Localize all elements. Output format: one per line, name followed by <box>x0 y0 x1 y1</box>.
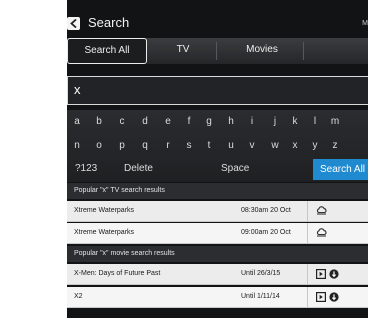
key-o[interactable]: o <box>94 140 104 151</box>
tab-divider <box>303 42 304 60</box>
search-input[interactable]: x <box>67 76 368 105</box>
availability: Until 1/11/14 <box>241 293 280 300</box>
key-l[interactable]: l <box>310 116 320 127</box>
key-n[interactable]: n <box>72 140 82 151</box>
buy-icon[interactable] <box>329 269 339 279</box>
cloud-record-icon[interactable] <box>316 206 327 215</box>
key-p[interactable]: p <box>117 140 127 151</box>
tv-result-row[interactable]: Xtreme Waterparks 09:00am 20 Oct <box>67 223 368 244</box>
programme-title: Xtreme Waterparks <box>74 229 135 236</box>
key-c[interactable]: c <box>117 116 127 127</box>
play-box-icon[interactable] <box>316 269 326 279</box>
search-tabs: Search All TV Movies <box>67 38 368 64</box>
buy-icon[interactable] <box>329 292 339 302</box>
search-screen: Search M Search All TV Movies x a b c d … <box>67 0 368 318</box>
availability: Until 26/3/15 <box>241 270 281 277</box>
user-initial[interactable]: M <box>362 20 368 27</box>
key-y[interactable]: y <box>310 140 320 151</box>
column-divider <box>307 201 308 222</box>
movie-title: X-Men: Days of Future Past <box>74 270 161 277</box>
cloud-record-icon[interactable] <box>316 228 327 237</box>
delete-key[interactable]: Delete <box>124 163 153 174</box>
key-i[interactable]: i <box>247 116 257 127</box>
key-e[interactable]: e <box>163 116 173 127</box>
search-input-value: x <box>74 82 81 97</box>
air-time: 09:00am 20 Oct <box>241 229 291 236</box>
key-h[interactable]: h <box>226 116 236 127</box>
column-divider <box>307 223 308 244</box>
key-k[interactable]: k <box>290 116 300 127</box>
key-m[interactable]: m <box>330 116 340 127</box>
key-s[interactable]: s <box>184 140 194 151</box>
movie-title: X2 <box>74 293 83 300</box>
tab-search-all[interactable]: Search All <box>67 38 147 64</box>
key-g[interactable]: g <box>204 116 214 127</box>
movie-result-row[interactable]: X-Men: Days of Future Past Until 26/3/15 <box>67 264 368 285</box>
tv-results-heading: Popular "x" TV search results <box>67 183 368 199</box>
tab-movies[interactable]: Movies <box>227 38 297 64</box>
key-j[interactable]: j <box>270 116 280 127</box>
key-q[interactable]: q <box>140 140 150 151</box>
play-box-icon[interactable] <box>316 292 326 302</box>
key-w[interactable]: w <box>270 140 280 151</box>
movie-result-row[interactable]: X2 Until 1/11/14 <box>67 287 368 308</box>
key-a[interactable]: a <box>72 116 82 127</box>
search-all-key[interactable]: Search All <box>313 159 368 180</box>
column-divider <box>307 264 308 285</box>
key-r[interactable]: r <box>163 140 173 151</box>
movie-results-heading: Popular "x" movie search results <box>67 246 368 262</box>
key-b[interactable]: b <box>94 116 104 127</box>
key-v[interactable]: v <box>247 140 257 151</box>
key-z[interactable]: z <box>330 140 340 151</box>
key-u[interactable]: u <box>226 140 236 151</box>
back-button[interactable] <box>67 17 80 30</box>
key-t[interactable]: t <box>204 140 214 151</box>
key-d[interactable]: d <box>140 116 150 127</box>
air-time: 08:30am 20 Oct <box>241 207 291 214</box>
page-title: Search <box>88 15 130 30</box>
tab-divider <box>216 42 217 60</box>
column-divider <box>307 287 308 308</box>
numbers-key[interactable]: ?123 <box>75 163 97 174</box>
back-arrow-icon <box>70 19 77 28</box>
programme-title: Xtreme Waterparks <box>74 207 135 214</box>
key-f[interactable]: f <box>184 116 194 127</box>
key-x[interactable]: x <box>290 140 300 151</box>
tab-tv[interactable]: TV <box>153 38 213 64</box>
header: Search M <box>67 8 368 38</box>
tv-result-row[interactable]: Xtreme Waterparks 08:30am 20 Oct <box>67 201 368 222</box>
space-key[interactable]: Space <box>221 163 249 174</box>
